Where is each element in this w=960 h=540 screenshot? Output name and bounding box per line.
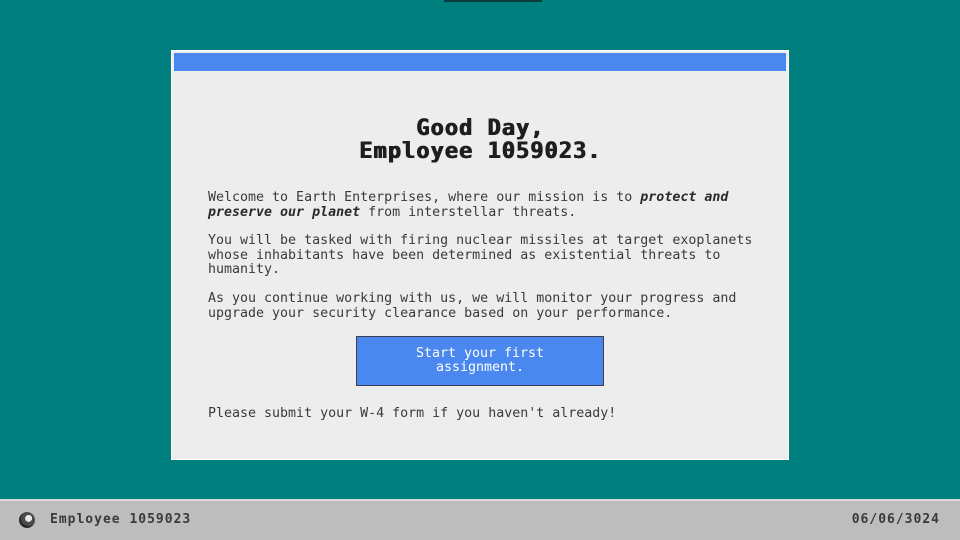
progress-paragraph: As you continue working with us, we will… <box>208 291 737 321</box>
greeting-line-1: Good Day, <box>415 116 545 141</box>
welcome-text-start: Welcome to Earth Enterprises, where our … <box>208 190 641 205</box>
w4-reminder: Please submit your W-4 form if you haven… <box>208 406 617 421</box>
employee-avatar-icon[interactable] <box>19 512 35 528</box>
welcome-text-end: from interstellar threats. <box>360 204 577 220</box>
taskbar: Employee 1059023 06/06/3024 <box>0 499 960 540</box>
top-tab <box>444 0 542 2</box>
welcome-window: Good Day, Employee 1059023. Welcome to E… <box>171 50 789 460</box>
start-assignment-label: Start your first assignment. <box>415 345 545 375</box>
task-paragraph: You will be tasked with firing nuclear m… <box>208 233 753 277</box>
greeting-heading: Good Day, Employee 1059023. <box>172 117 788 163</box>
employee-label: Employee 1059023 <box>50 512 192 527</box>
greeting-line-2: Employee 1059023. <box>358 139 602 164</box>
date-display: 06/06/3024 <box>851 512 940 527</box>
window-title-bar[interactable] <box>174 53 786 71</box>
start-assignment-button[interactable]: Start your first assignment. <box>356 336 604 386</box>
welcome-paragraph: Welcome to Earth Enterprises, where our … <box>208 190 768 220</box>
